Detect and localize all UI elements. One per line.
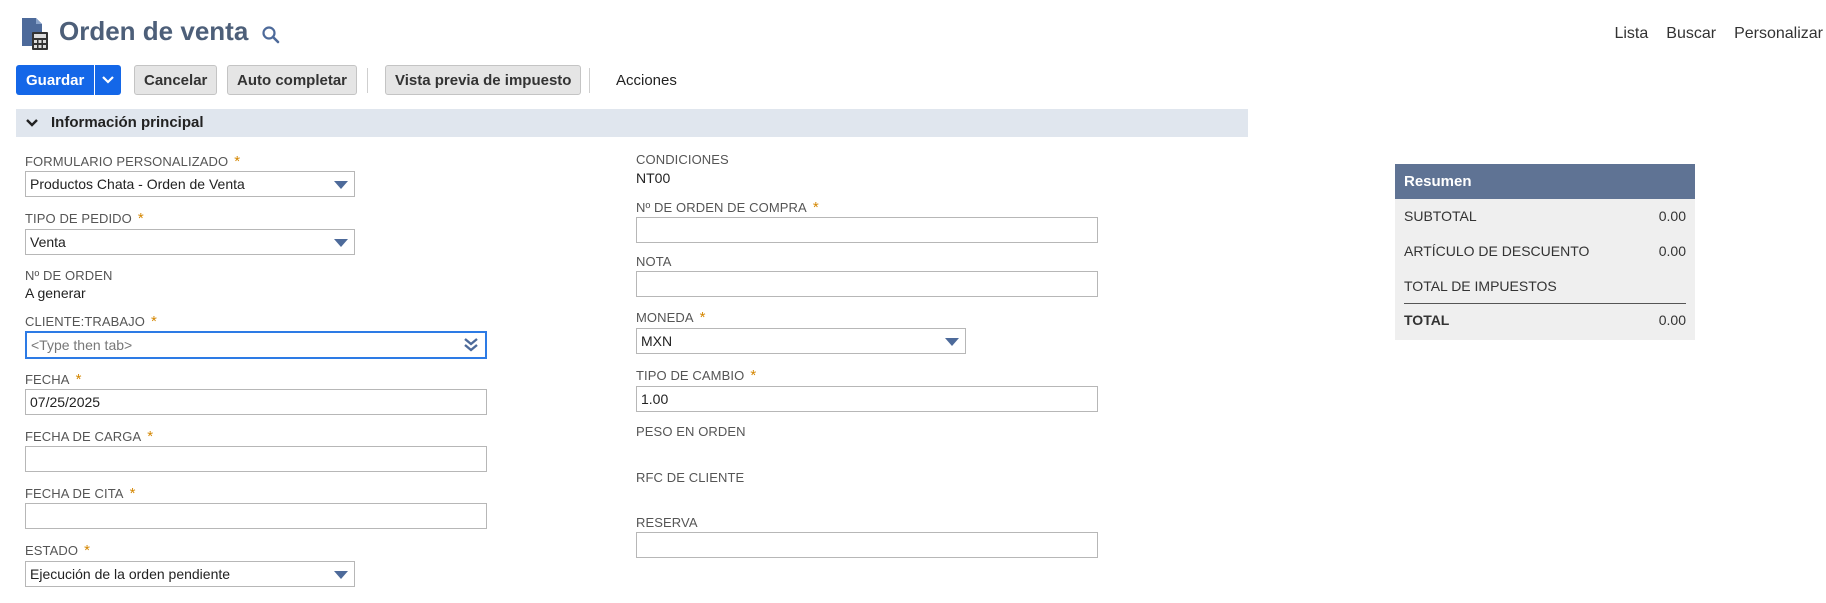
tax-preview-button[interactable]: Vista previa de impuesto	[385, 65, 582, 95]
currency-label: MONEDA *	[636, 309, 706, 326]
date-label: FECHA *	[25, 371, 82, 388]
search-link[interactable]: Buscar	[1666, 25, 1716, 43]
discount-value: 0.00	[1658, 243, 1686, 259]
order-weight-label: PESO EN ORDEN	[636, 424, 746, 439]
required-mark: *	[150, 313, 157, 330]
dropdown-caret-icon	[334, 571, 348, 579]
required-mark: *	[812, 199, 819, 216]
po-number-input[interactable]	[636, 217, 1098, 243]
appointment-date-input[interactable]	[25, 503, 487, 529]
section-header[interactable]: Información principal	[16, 109, 1248, 137]
required-mark: *	[699, 309, 706, 326]
search-icon[interactable]	[261, 25, 281, 45]
actions-menu[interactable]: Acciones	[616, 72, 677, 89]
order-number-value: A generar	[25, 285, 86, 301]
exchange-rate-input[interactable]	[636, 386, 1098, 412]
load-date-input[interactable]	[25, 446, 487, 472]
required-mark: *	[129, 485, 136, 502]
page-title: Orden de venta	[59, 16, 249, 46]
chevron-down-icon	[102, 76, 115, 84]
subtotal-label: SUBTOTAL	[1404, 208, 1477, 224]
customer-rfc-label: RFC DE CLIENTE	[636, 470, 745, 485]
status-select[interactable]: Ejecución de la orden pendiente	[25, 561, 355, 587]
subtotal-value: 0.00	[1658, 208, 1686, 224]
autocomplete-button[interactable]: Auto completar	[227, 65, 358, 95]
required-mark: *	[234, 153, 241, 170]
double-chevron-down-icon[interactable]	[464, 338, 478, 352]
customize-link[interactable]: Personalizar	[1734, 25, 1823, 43]
order-type-select[interactable]: Venta	[25, 229, 355, 255]
required-mark: *	[75, 371, 82, 388]
cancel-button[interactable]: Cancelar	[134, 65, 218, 95]
reservation-label: RESERVA	[636, 515, 698, 530]
terms-label: CONDICIONES	[636, 152, 729, 167]
terms-value: NT00	[636, 170, 671, 186]
required-mark: *	[84, 542, 91, 559]
dropdown-caret-icon	[334, 239, 348, 247]
date-input[interactable]	[25, 389, 487, 415]
reservation-input[interactable]	[636, 532, 1098, 558]
status-label: ESTADO *	[25, 542, 91, 559]
save-button-group: Guardar	[16, 65, 122, 95]
subtotal-row: SUBTOTAL 0.00	[1404, 208, 1686, 224]
toolbar-divider	[367, 68, 368, 93]
dropdown-caret-icon	[334, 181, 348, 189]
load-date-label: FECHA DE CARGA *	[25, 428, 154, 445]
discount-label: ARTÍCULO DE DESCUENTO	[1404, 243, 1590, 259]
currency-select[interactable]: MXN	[636, 328, 966, 354]
customer-input[interactable]	[25, 331, 487, 359]
custom-form-label: FORMULARIO PERSONALIZADO *	[25, 153, 241, 170]
exchange-rate-label: TIPO DE CAMBIO *	[636, 367, 757, 384]
required-mark: *	[137, 210, 144, 227]
chevron-down-icon	[26, 119, 38, 127]
sales-order-icon	[22, 18, 48, 50]
top-links: Lista Buscar Personalizar	[1614, 25, 1823, 43]
required-mark: *	[147, 428, 154, 445]
required-mark: *	[750, 367, 757, 384]
appointment-date-label: FECHA DE CITA *	[25, 485, 136, 502]
total-row: TOTAL 0.00	[1404, 312, 1686, 328]
order-type-label: TIPO DE PEDIDO *	[25, 210, 144, 227]
po-number-label: Nº DE ORDEN DE COMPRA *	[636, 199, 819, 216]
list-link[interactable]: Lista	[1614, 25, 1648, 43]
toolbar-divider	[589, 68, 590, 93]
customer-label: CLIENTE:TRABAJO *	[25, 313, 157, 330]
discount-row: ARTÍCULO DE DESCUENTO 0.00	[1404, 243, 1686, 259]
order-number-label: Nº DE ORDEN	[25, 268, 113, 283]
tax-row: TOTAL DE IMPUESTOS	[1404, 278, 1686, 294]
custom-form-select[interactable]: Productos Chata - Orden de Venta	[25, 171, 355, 197]
total-value: 0.00	[1658, 312, 1686, 328]
save-dropdown-button[interactable]	[95, 65, 122, 95]
save-button[interactable]: Guardar	[16, 65, 95, 95]
section-title: Información principal	[51, 114, 204, 131]
memo-input[interactable]	[636, 271, 1098, 297]
tax-label: TOTAL DE IMPUESTOS	[1404, 278, 1557, 294]
summary-panel: Resumen SUBTOTAL 0.00 ARTÍCULO DE DESCUE…	[1395, 164, 1695, 340]
total-label: TOTAL	[1404, 312, 1450, 328]
summary-divider	[1404, 303, 1686, 304]
memo-label: NOTA	[636, 254, 672, 269]
summary-title: Resumen	[1395, 164, 1695, 199]
dropdown-caret-icon	[945, 338, 959, 346]
